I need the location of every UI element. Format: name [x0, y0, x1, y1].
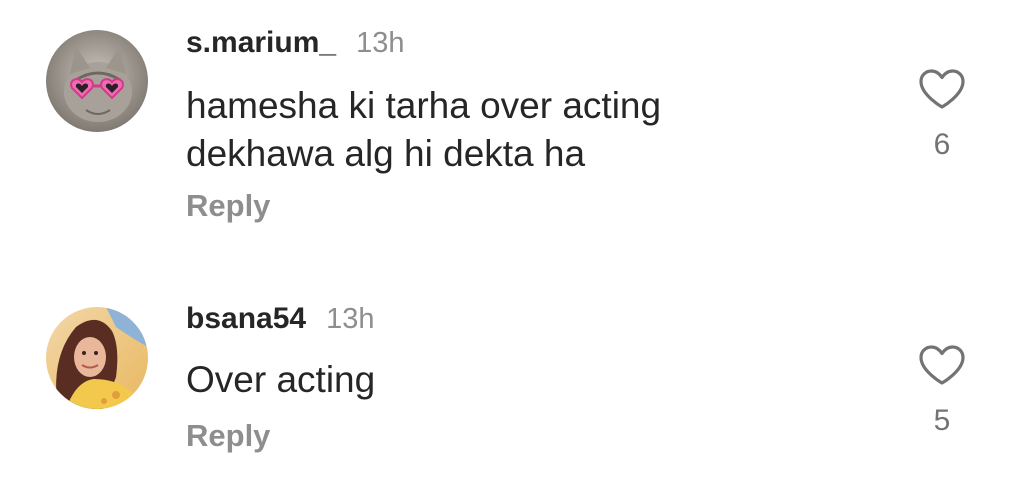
like-count: 6 — [933, 128, 951, 161]
reply-button[interactable]: Reply — [186, 188, 270, 224]
user-avatar[interactable] — [46, 307, 148, 409]
cat-avatar-icon — [46, 30, 148, 132]
reply-button[interactable]: Reply — [186, 418, 270, 454]
heart-outline-icon — [919, 69, 965, 109]
comment-meta: s.marium_ 13h — [186, 26, 404, 60]
heart-outline-icon — [919, 345, 965, 385]
comment-text: Over acting — [186, 356, 375, 404]
like-button[interactable] — [918, 68, 966, 110]
like-count: 5 — [933, 404, 951, 437]
username[interactable]: s.marium_ — [186, 26, 336, 60]
comments-screen: s.marium_ 13h hamesha ki tarha over acti… — [0, 0, 1024, 484]
user-avatar[interactable] — [46, 30, 148, 132]
timestamp: 13h — [356, 27, 405, 59]
timestamp: 13h — [326, 303, 375, 335]
comment-item: bsana54 13h Over acting Reply 5 — [0, 280, 1024, 484]
comment-text-line: hamesha ki tarha over acting — [186, 85, 662, 126]
username[interactable]: bsana54 — [186, 302, 306, 336]
comment-text: hamesha ki tarha over acting dekhawa alg… — [186, 82, 661, 178]
comment-meta: bsana54 13h — [186, 302, 374, 336]
like-button[interactable] — [918, 344, 966, 386]
woman-portrait-avatar-icon — [46, 307, 148, 409]
comment-item: s.marium_ 13h hamesha ki tarha over acti… — [0, 0, 1024, 250]
comment-text-line: Over acting — [186, 359, 376, 400]
comment-text-line: dekhawa alg hi dekta ha — [186, 133, 586, 174]
